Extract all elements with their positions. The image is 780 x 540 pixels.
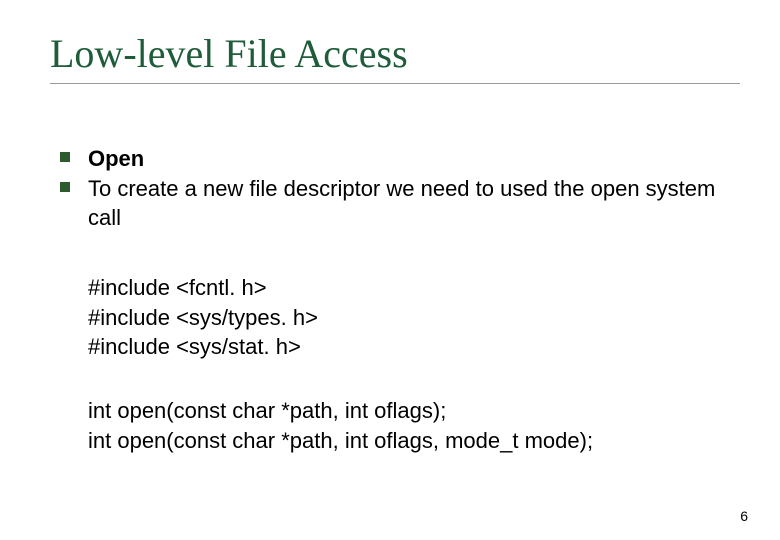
includes-group: #include <fcntl. h> #include <sys/types.… — [88, 273, 740, 362]
bullet-text: To create a new file descriptor we need … — [88, 174, 740, 233]
code-line: #include <sys/types. h> — [88, 303, 740, 333]
bullet-item: Open — [60, 144, 740, 174]
page-number: 6 — [740, 508, 748, 524]
square-bullet-icon — [60, 182, 70, 192]
code-line: #include <fcntl. h> — [88, 273, 740, 303]
prototypes-group: int open(const char *path, int oflags); … — [88, 396, 740, 455]
square-bullet-icon — [60, 152, 70, 162]
title-divider — [50, 83, 740, 84]
code-line: #include <sys/stat. h> — [88, 332, 740, 362]
bullet-item: To create a new file descriptor we need … — [60, 174, 740, 233]
code-line: int open(const char *path, int oflags, m… — [88, 426, 740, 456]
bullet-text: Open — [88, 144, 144, 174]
bullet-list: Open To create a new file descriptor we … — [60, 144, 740, 233]
code-line: int open(const char *path, int oflags); — [88, 396, 740, 426]
slide: Low-level File Access Open To create a n… — [0, 0, 780, 540]
code-block: #include <fcntl. h> #include <sys/types.… — [88, 273, 740, 455]
slide-title: Low-level File Access — [50, 30, 740, 77]
